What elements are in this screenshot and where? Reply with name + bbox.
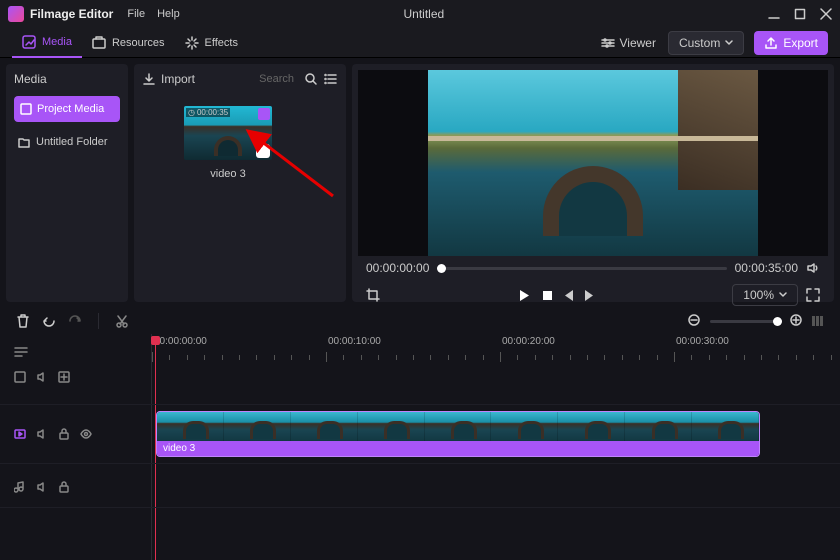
track-lock-icon[interactable] [58, 428, 70, 440]
timeline-ruler[interactable]: 00:00:00:00 00:00:10:00 00:00:20:00 00:0… [152, 334, 840, 368]
search-placeholder[interactable]: Search [259, 73, 294, 85]
zoom-slider[interactable] [710, 320, 782, 323]
timeline-filter-icon[interactable] [14, 344, 28, 358]
menu-file[interactable]: File [127, 8, 145, 20]
preview-current-time: 00:00:00:00 [366, 261, 429, 275]
export-button[interactable]: Export [754, 31, 828, 55]
track-lock-icon[interactable] [58, 481, 70, 493]
close-icon[interactable] [820, 8, 832, 20]
zoom-select[interactable]: 100% [732, 284, 798, 306]
left-panel: Media Project Media Untitled Folder [6, 64, 128, 302]
app-logo [8, 6, 24, 22]
thumb-selected-icon [258, 108, 270, 120]
minimize-icon[interactable] [768, 8, 780, 20]
thumb-duration: ◷ 00:00:35 [186, 108, 230, 117]
viewer-button[interactable]: Viewer [601, 36, 656, 50]
video-track-icon[interactable] [14, 428, 26, 440]
media-icon [22, 35, 36, 49]
redo-icon[interactable] [68, 314, 82, 328]
prev-frame-icon[interactable] [564, 289, 574, 302]
timeline: 00:00:00:00 00:00:10:00 00:00:20:00 00:0… [0, 334, 840, 560]
viewer-icon [601, 36, 615, 50]
stop-icon[interactable] [541, 289, 554, 302]
audio-track [0, 466, 840, 508]
crop-icon[interactable] [366, 288, 380, 302]
delete-icon[interactable] [16, 314, 30, 328]
zoom-out-icon[interactable] [688, 314, 702, 328]
tab-media[interactable]: Media [12, 28, 82, 58]
import-icon [142, 72, 156, 86]
clip-label: video 3 [157, 441, 759, 456]
folder-icon [18, 136, 30, 148]
next-frame-icon[interactable] [584, 289, 594, 302]
video-track: video 3 [0, 404, 840, 464]
media-thumbnail[interactable]: ◷ 00:00:35 video 3 [182, 106, 274, 180]
chevron-down-icon [779, 291, 787, 299]
timeline-settings-icon[interactable] [812, 314, 824, 328]
video-preview[interactable] [358, 70, 828, 256]
preview-progress-bar[interactable] [437, 267, 726, 270]
main-toolbar: Media Resources Effects Viewer Custom Ex… [0, 28, 840, 58]
fullscreen-icon[interactable] [806, 288, 820, 302]
track-visibility-icon[interactable] [80, 428, 92, 440]
project-media-icon [20, 103, 32, 115]
volume-icon[interactable] [806, 261, 820, 275]
track-add-icon[interactable] [58, 371, 70, 383]
app-name: Filmage Editor [30, 7, 113, 21]
import-button[interactable]: Import [142, 72, 253, 86]
custom-button[interactable]: Custom [668, 31, 744, 55]
effects-icon [185, 36, 199, 50]
video-clip[interactable]: video 3 [156, 411, 760, 457]
play-icon[interactable] [518, 289, 531, 302]
audio-track-icon[interactable] [14, 481, 26, 493]
track-mute-icon[interactable] [36, 481, 48, 493]
left-panel-title: Media [14, 72, 120, 86]
timeline-toolbar [0, 308, 840, 334]
undo-icon[interactable] [42, 314, 56, 328]
thumb-name: video 3 [210, 168, 245, 180]
document-title: Untitled [180, 7, 768, 21]
folder-item[interactable]: Untitled Folder [14, 130, 120, 154]
media-panel: Import Search ◷ 00:00:35 video 3 [134, 64, 346, 302]
preview-total-time: 00:00:35:00 [735, 261, 798, 275]
thumb-add-icon[interactable] [256, 144, 270, 158]
zoom-in-icon[interactable] [790, 314, 804, 328]
resources-icon [92, 36, 106, 50]
chevron-down-icon [725, 39, 733, 47]
list-view-icon[interactable] [324, 72, 338, 86]
preview-panel: 00:00:00:00 00:00:35:00 100% [352, 64, 834, 302]
tab-effects[interactable]: Effects [175, 28, 248, 58]
maximize-icon[interactable] [794, 8, 806, 20]
track-mute-icon[interactable] [36, 428, 48, 440]
menu-help[interactable]: Help [157, 8, 180, 20]
tab-resources[interactable]: Resources [82, 28, 175, 58]
title-bar: Filmage Editor File Help Untitled [0, 0, 840, 28]
export-icon [764, 36, 778, 50]
search-icon[interactable] [304, 72, 318, 86]
track-audio-icon[interactable] [36, 371, 48, 383]
project-media-button[interactable]: Project Media [14, 96, 120, 122]
track-effect-icon[interactable] [14, 371, 26, 383]
cut-icon[interactable] [115, 314, 129, 328]
